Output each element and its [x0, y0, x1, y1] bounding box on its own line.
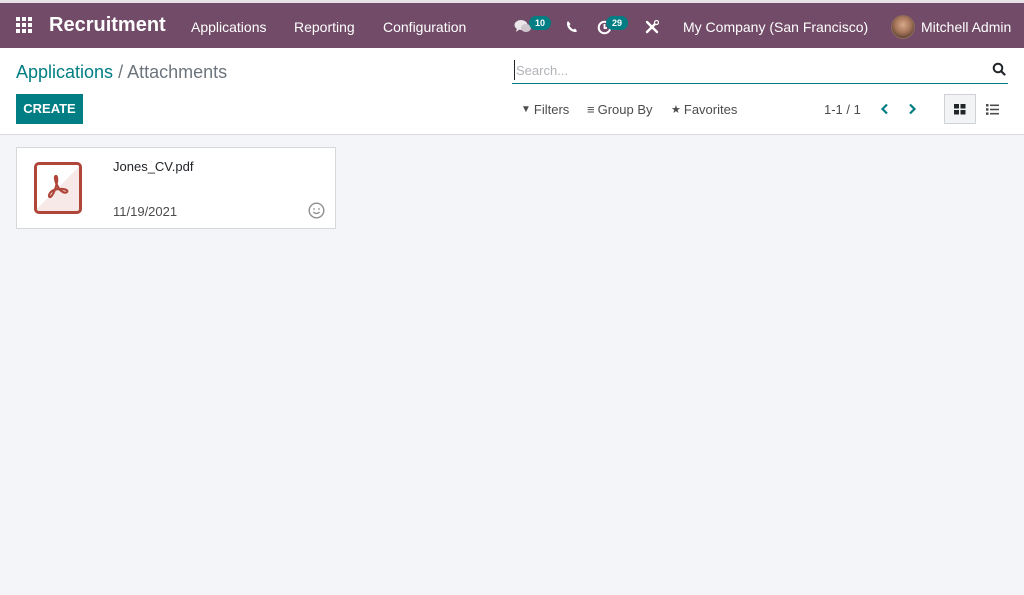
- star-icon: ★: [671, 104, 681, 116]
- pdf-file-icon: [34, 162, 82, 214]
- create-button[interactable]: CREATE: [16, 94, 83, 124]
- menu-configuration[interactable]: Configuration: [383, 19, 466, 35]
- control-panel: Applications / Attachments CREATE ▼ Filt…: [0, 48, 1024, 135]
- list-view-button[interactable]: [976, 94, 1008, 124]
- attachment-date: 11/19/2021: [113, 204, 178, 219]
- top-navbar: Recruitment Applications Reporting Confi…: [0, 0, 1024, 48]
- breadcrumb-applications[interactable]: Applications: [16, 62, 113, 82]
- attachment-card[interactable]: Jones_CV.pdf 11/19/2021: [16, 147, 336, 229]
- breadcrumb-current: Attachments: [127, 62, 228, 82]
- pager-next-button[interactable]: [904, 101, 920, 117]
- tools-icon: [645, 19, 660, 34]
- list-icon: [985, 103, 999, 115]
- debug-tools-button[interactable]: [645, 19, 660, 38]
- messages-count-badge: 10: [529, 16, 552, 30]
- kanban-view-button[interactable]: [944, 94, 976, 124]
- search-input[interactable]: [514, 60, 984, 80]
- attachment-name: Jones_CV.pdf: [113, 159, 194, 174]
- filters-button[interactable]: ▼ Filters: [521, 102, 569, 117]
- menu-reporting[interactable]: Reporting: [294, 19, 355, 35]
- group-by-icon: ≡: [587, 102, 595, 117]
- filter-icon: ▼: [521, 104, 531, 115]
- group-by-label: Group By: [597, 102, 653, 117]
- phone-button[interactable]: [566, 20, 578, 37]
- search-icon[interactable]: [992, 62, 1006, 76]
- chevron-left-icon: [880, 103, 888, 115]
- kanban-grid-icon: [954, 103, 966, 114]
- company-switcher[interactable]: My Company (San Francisco): [683, 19, 868, 35]
- phone-icon: [566, 21, 577, 33]
- filters-label: Filters: [533, 102, 570, 117]
- app-title[interactable]: Recruitment: [49, 14, 166, 37]
- search-bar: [512, 58, 1008, 84]
- favorites-label: Favorites: [683, 102, 738, 117]
- breadcrumb-separator: /: [113, 62, 128, 82]
- user-menu[interactable]: Mitchell Admin: [921, 19, 1011, 35]
- pager-value[interactable]: 1-1 / 1: [824, 102, 861, 117]
- chevron-right-icon: [909, 103, 917, 115]
- menu-applications[interactable]: Applications: [191, 19, 267, 35]
- favorites-button[interactable]: ★ Favorites: [671, 102, 737, 117]
- user-avatar[interactable]: [891, 15, 915, 39]
- pager-previous-button[interactable]: [877, 101, 893, 117]
- apps-grid-icon[interactable]: [16, 17, 32, 33]
- activities-count-badge: 29: [606, 16, 629, 30]
- breadcrumb: Applications / Attachments: [16, 62, 227, 83]
- activity-smiley-icon[interactable]: [308, 202, 325, 219]
- group-by-button[interactable]: ≡ Group By: [587, 102, 653, 117]
